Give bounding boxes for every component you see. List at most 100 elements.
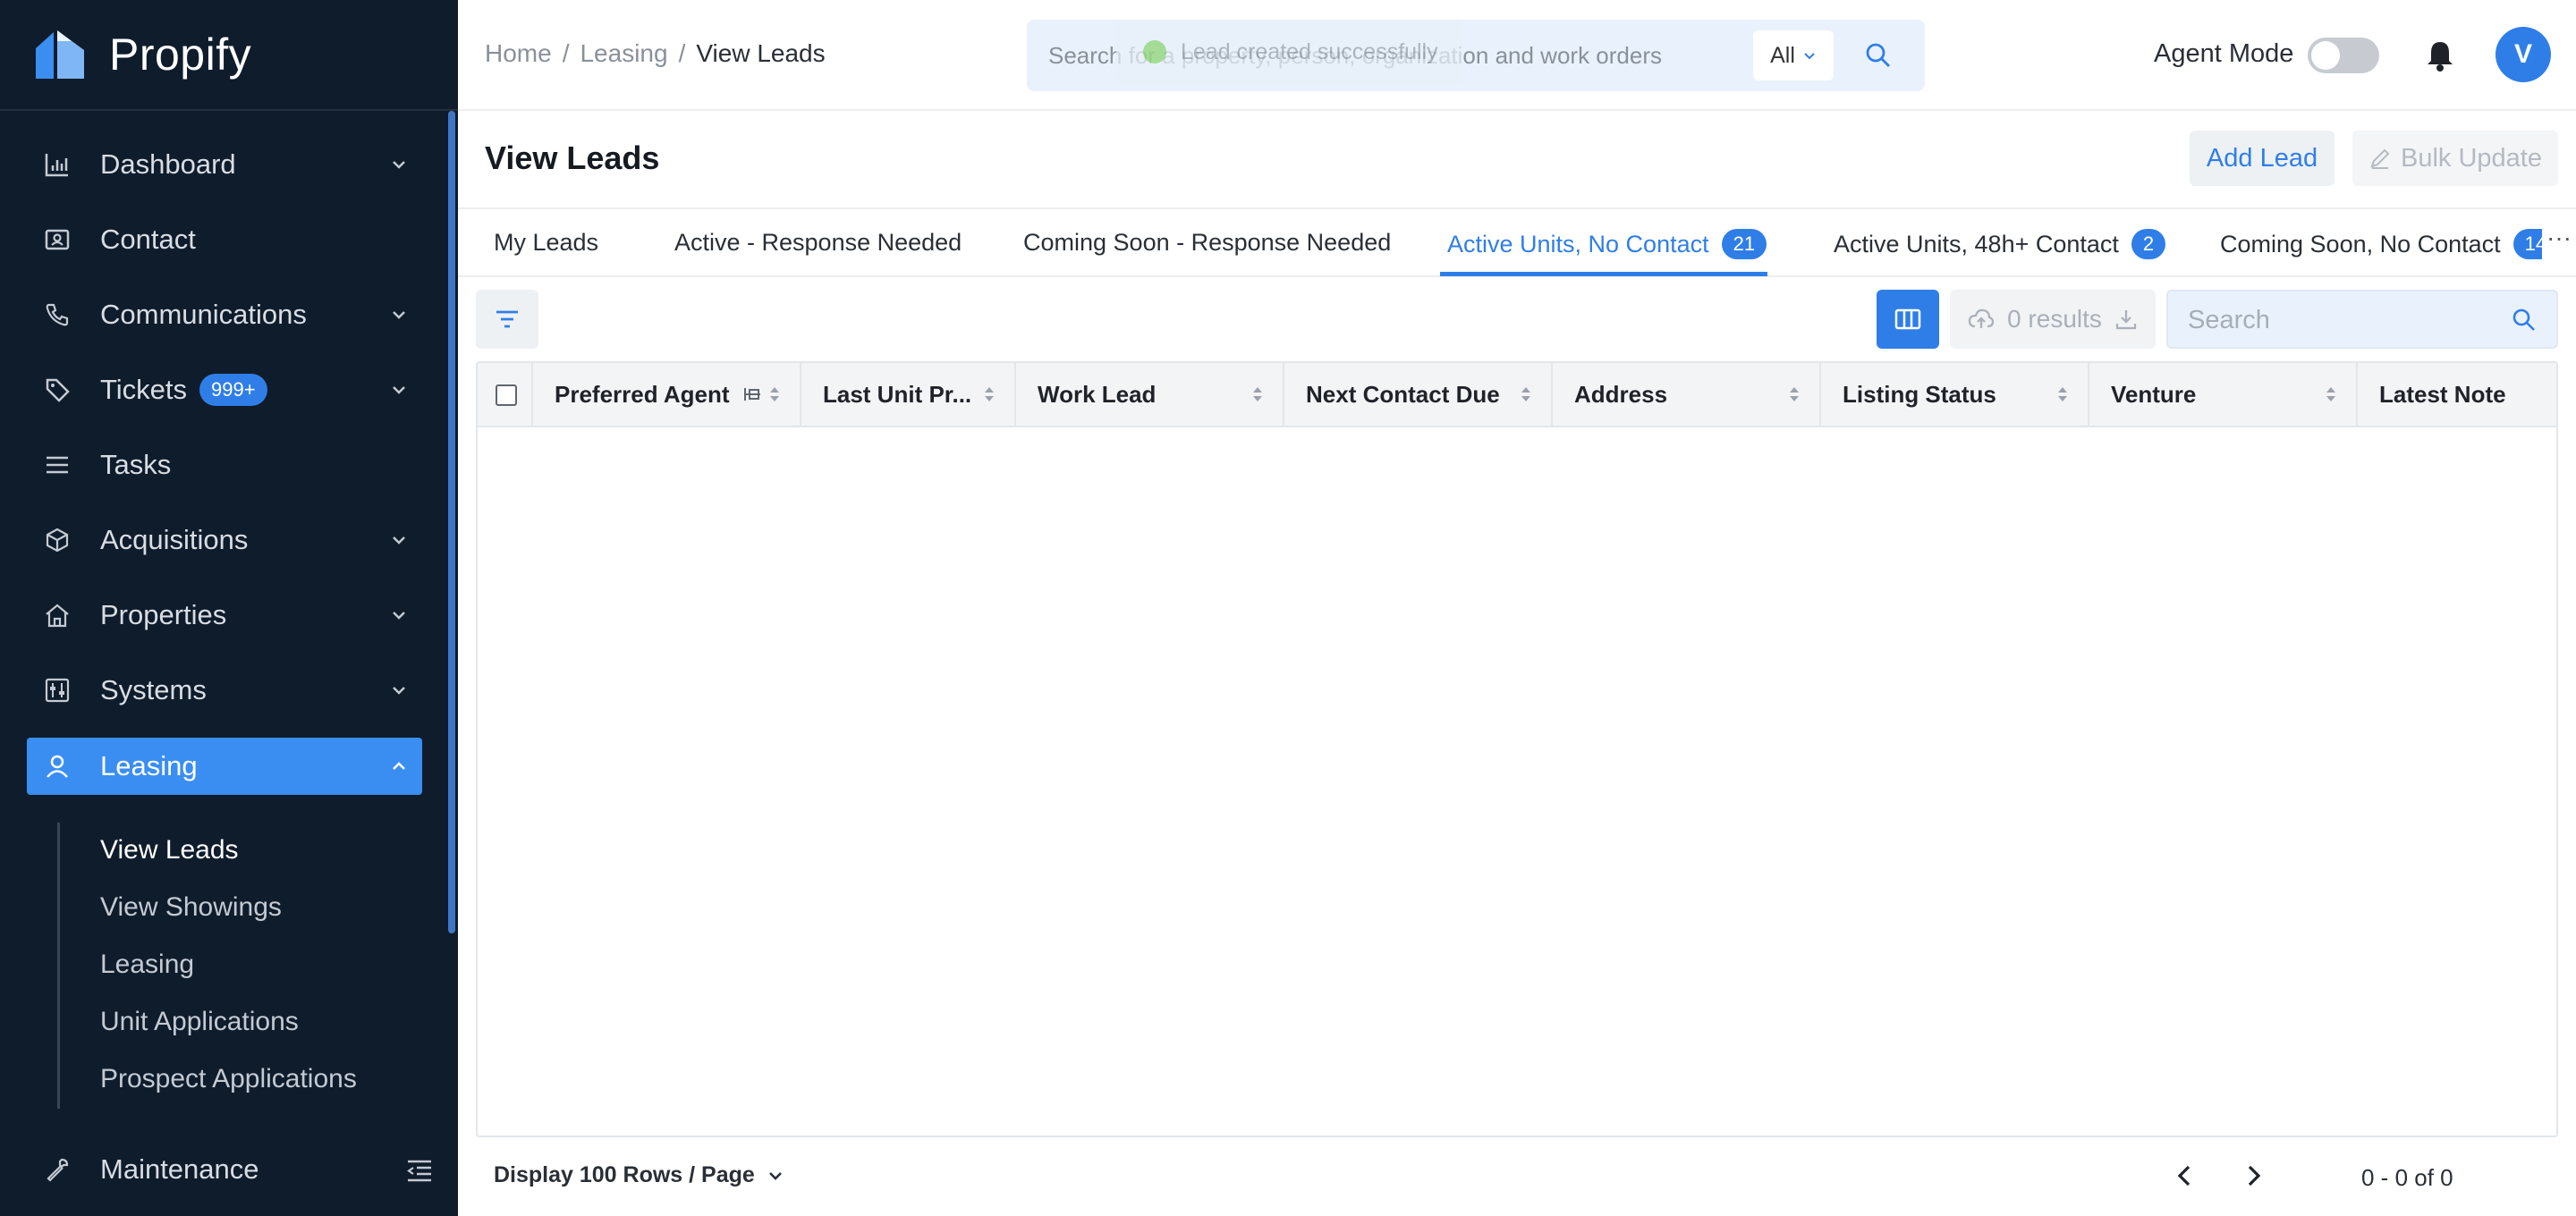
active-tab-indicator [1440,272,1767,276]
tab-coming-soon-response-needed[interactable]: Coming Soon - Response Needed [1023,229,1391,257]
column-header-latest-note[interactable]: Latest Note [2358,363,2556,426]
add-lead-button[interactable]: Add Lead [2190,131,2334,186]
nav-item-communications[interactable]: Communications [27,286,422,343]
nav-item-acquisitions[interactable]: Acquisitions [27,511,422,569]
select-all-checkbox[interactable] [496,384,517,406]
search-scope-value: All [1770,42,1795,68]
avatar[interactable]: V [2496,27,2551,82]
breadcrumb: Home / Leasing / View Leads [485,39,826,68]
tab-label: My Leads [494,229,599,256]
column-header-address[interactable]: Address [1553,363,1821,426]
column-label: Next Contact Due [1306,380,1500,408]
table-search-input[interactable] [2188,302,2492,338]
home-icon [41,599,73,631]
breadcrumb-home[interactable]: Home [485,39,552,68]
nav-label: Tasks [100,449,172,480]
results-count: 0 results [2007,305,2102,333]
lead-filter-tabs: My Leads Active - Response Needed Coming… [458,207,2576,277]
edit-icon [2370,148,2390,169]
nav-item-dashboard[interactable]: Dashboard [27,136,422,193]
nav-label: Systems [100,674,207,705]
sort-icon[interactable] [2324,384,2338,404]
nav-item-properties[interactable]: Properties [27,587,422,644]
tickets-count-badge: 999+ [199,374,267,406]
chevron-down-icon [393,536,405,545]
column-header-preferred-agent[interactable]: Preferred Agent [533,363,801,426]
tag-icon [41,374,73,406]
sidebar-scrollbar[interactable] [448,111,455,933]
nav-item-tasks[interactable]: Tasks [27,436,422,494]
chevron-down-icon [393,311,405,319]
next-page-icon[interactable] [2238,1161,2268,1191]
sub-item-unit-applications[interactable]: Unit Applications [100,1007,299,1037]
chevron-down-icon [393,386,405,394]
tab-label: Coming Soon - Response Needed [1023,229,1392,256]
more-tabs-icon[interactable]: ··· [2542,224,2576,259]
agent-mode-toggle[interactable] [2308,38,2379,73]
toast-message: Lead created successfully [1181,38,1438,64]
filter-button[interactable] [476,290,538,349]
column-header-work-lead[interactable]: Work Lead [1016,363,1284,426]
sort-icon[interactable] [767,384,782,404]
sort-icon[interactable] [1787,384,1801,404]
chevron-down-icon [393,687,405,695]
nav-item-contact[interactable]: Contact [27,211,422,268]
breadcrumb-leasing[interactable]: Leasing [580,39,667,68]
sort-icon[interactable] [2055,384,2070,404]
tab-coming-soon-no-contact[interactable]: Coming Soon, No Contact 14 [2220,229,2559,259]
collapse-sidebar-icon[interactable] [406,1159,433,1184]
nav-item-tickets[interactable]: Tickets 999+ [27,361,422,418]
search-icon[interactable] [2512,308,2537,333]
sub-item-view-leads[interactable]: View Leads [100,835,239,866]
nav-label: Maintenance [100,1153,259,1185]
export-button[interactable]: 0 results [1950,290,2156,349]
column-header-listing-status[interactable]: Listing Status [1821,363,2089,426]
search-icon [1866,43,1890,67]
table-search [2166,290,2558,349]
cloud-upload-icon [1968,308,1995,328]
columns-button[interactable] [1877,290,1939,349]
tab-active-units-no-contact[interactable]: Active Units, No Contact 21 [1447,229,1767,259]
nav-label: Acquisitions [100,524,249,555]
table-body [478,427,2556,1136]
sub-item-view-showings[interactable]: View Showings [100,892,282,923]
search-scope-select[interactable]: All [1753,30,1834,80]
sub-item-prospect-applications[interactable]: Prospect Applications [100,1064,357,1094]
nav-label: Leasing [100,750,198,781]
nav-label: Properties [100,599,227,630]
rows-per-page-select[interactable]: Display 100 Rows / Page [494,1162,784,1188]
sliders-icon [41,674,73,706]
user-icon [41,750,73,782]
sort-icon[interactable] [1519,384,1533,404]
tab-active-response-needed[interactable]: Active - Response Needed [674,229,962,257]
list-icon [41,449,73,481]
column-label: Work Lead [1038,380,1157,408]
logo[interactable]: Propify [0,0,458,111]
nav-label: Communications [100,299,307,330]
nav-item-maintenance[interactable]: Maintenance [27,1141,438,1198]
chevron-down-icon [768,1171,782,1180]
nav-label: Tickets [100,374,188,405]
tab-my-leads[interactable]: My Leads [494,229,598,257]
sub-item-leasing[interactable]: Leasing [100,950,194,980]
filter-icon [496,310,518,328]
chevron-down-icon [393,612,405,620]
tab-label: Active Units, No Contact [1447,230,1709,258]
nav-item-leasing[interactable]: Leasing [27,738,422,795]
pin-icon[interactable] [742,384,766,404]
tab-active-units-48h-contact[interactable]: Active Units, 48h+ Contact 2 [1834,229,2166,259]
sort-icon[interactable] [1250,384,1265,404]
table-header: Preferred Agent Last Unit Pr... Work Lea… [478,363,2556,427]
column-header-last-unit-price[interactable]: Last Unit Pr... [801,363,1016,426]
column-label: Latest Note [2379,380,2506,408]
column-header-next-contact-due[interactable]: Next Contact Due [1284,363,1553,426]
column-label: Last Unit Pr... [823,380,972,408]
search-button[interactable] [1853,34,1903,77]
sort-icon[interactable] [982,384,996,404]
bulk-update-button[interactable]: Bulk Update [2352,131,2558,186]
previous-page-icon[interactable] [2170,1161,2200,1191]
bell-icon[interactable] [2422,38,2458,73]
box-icon [41,524,73,556]
column-header-venture[interactable]: Venture [2089,363,2358,426]
nav-item-systems[interactable]: Systems [27,662,422,719]
